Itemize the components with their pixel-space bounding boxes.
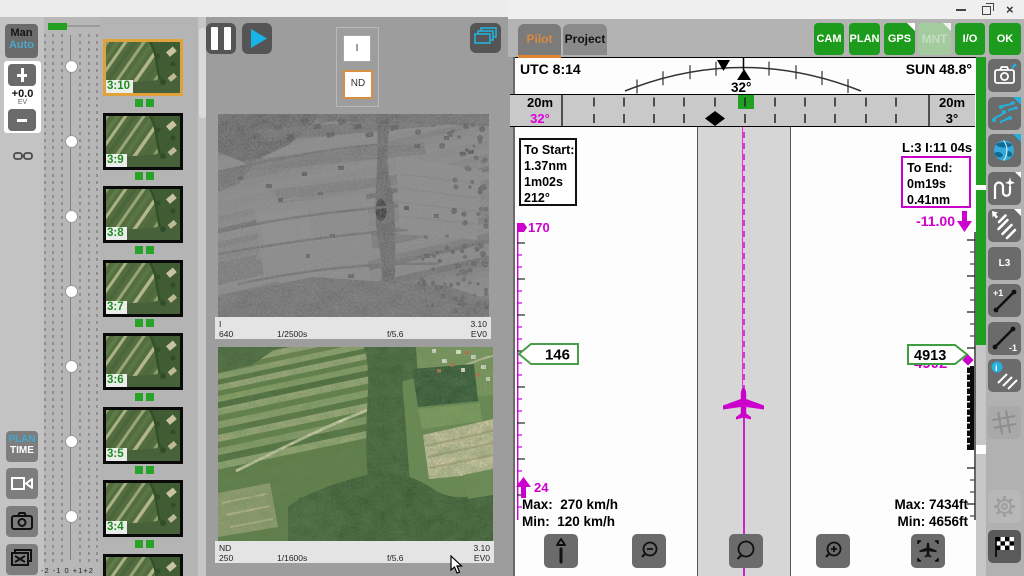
svg-text:146: 146 xyxy=(545,347,570,364)
svg-text:i: i xyxy=(995,363,998,373)
svg-text:+1: +1 xyxy=(993,288,1003,298)
svg-text:-1: -1 xyxy=(1009,343,1017,353)
svg-text:4913: 4913 xyxy=(914,348,946,364)
